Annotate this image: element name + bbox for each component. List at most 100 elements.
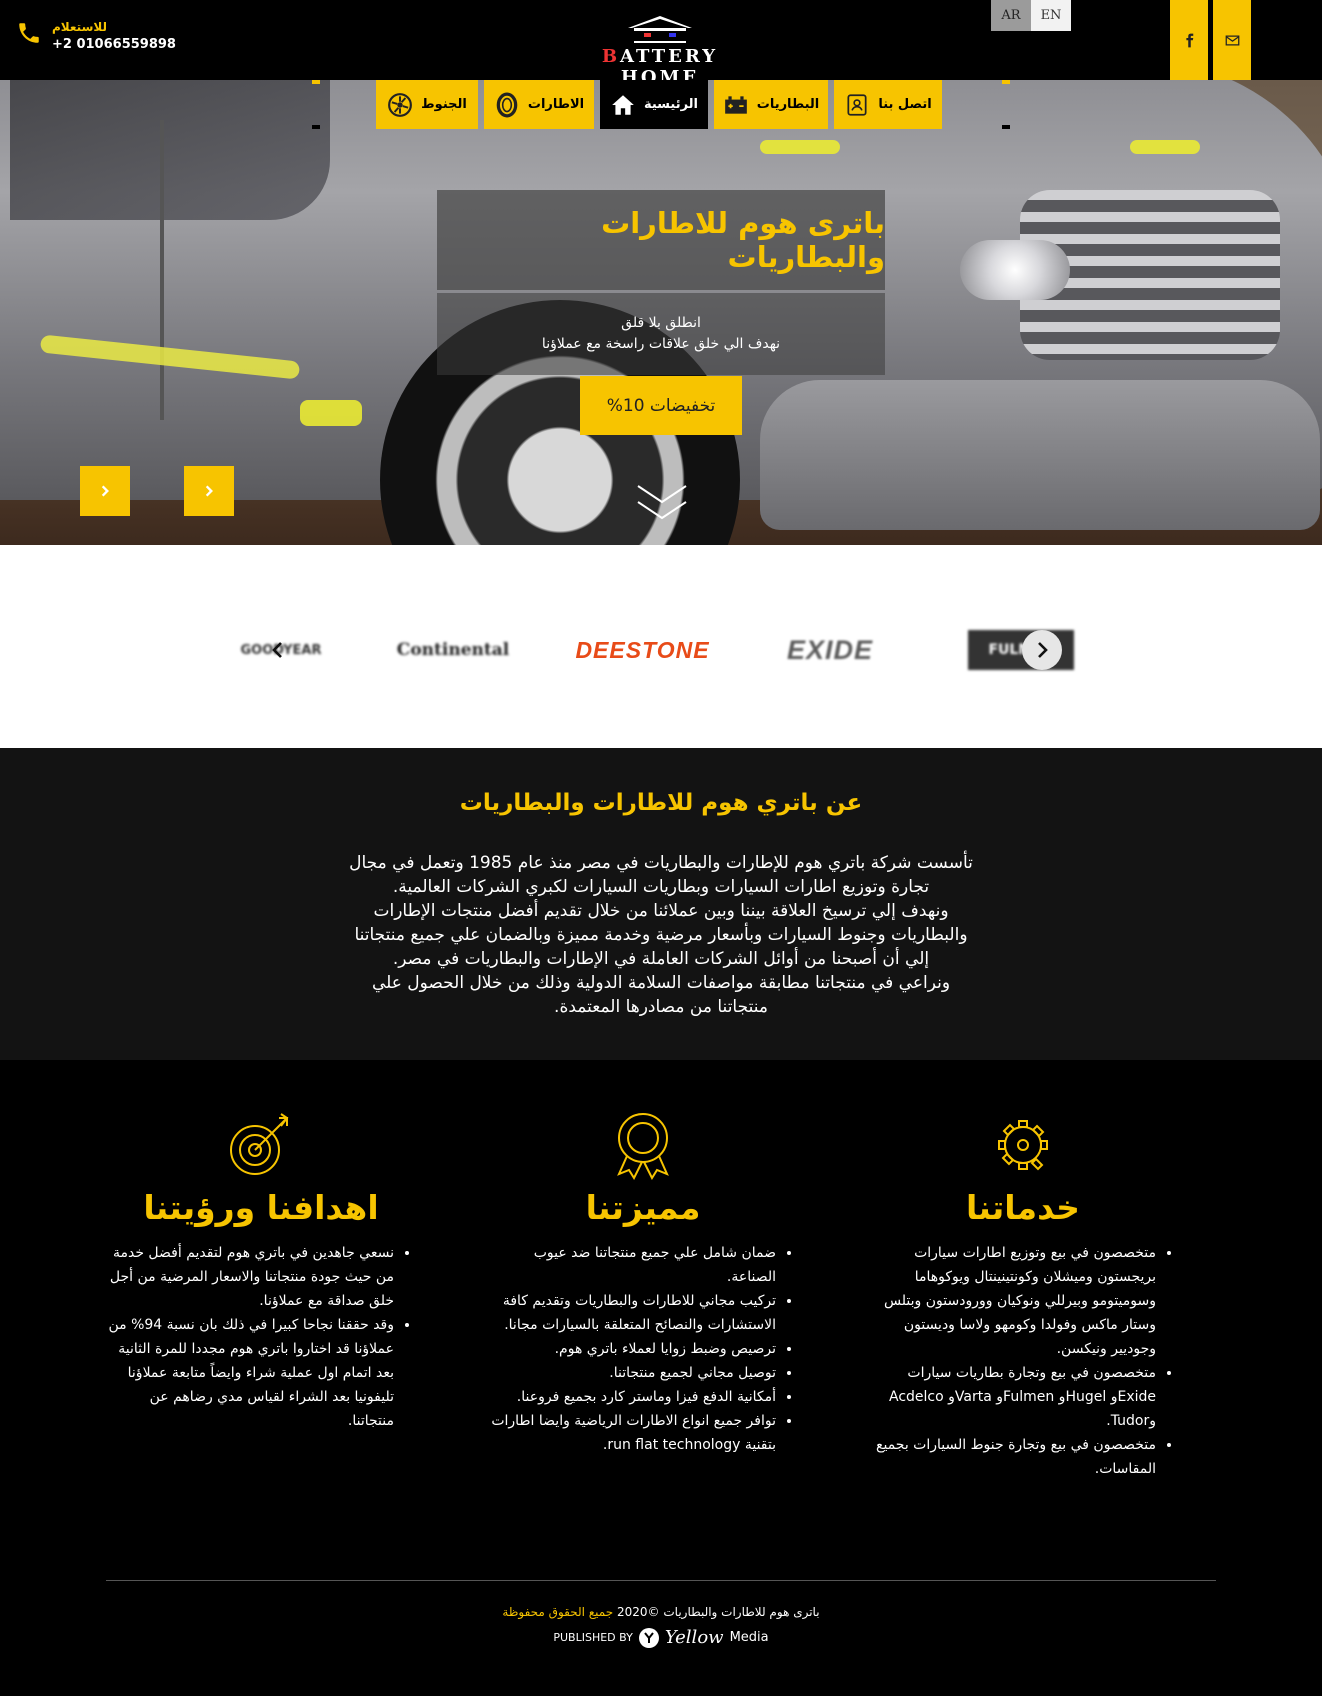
about-text: تأسست شركة باتري هوم للإطارات والبطاريات…	[290, 851, 1032, 1019]
nav-item-home[interactable]: الرئيسية	[600, 80, 708, 129]
nav-item-tires[interactable]: الاطارات	[484, 80, 594, 129]
slide-subtitle-box: انطلق بلا قلق نهدف الي خلق علاقات راسخة …	[437, 293, 885, 375]
list-item: وقد حققنا نجاحا كبيرا في ذلك بان نسبة 94…	[106, 1313, 394, 1433]
copyright: باترى هوم للاطارات والبطاريات ©2020 جميع…	[0, 1605, 1322, 1619]
lang-en-button[interactable]: EN	[1031, 0, 1071, 31]
brands-next-button[interactable]	[1022, 630, 1062, 670]
advantages-list: ضمان شامل علي جميع منتجاتنا ضد عيوب الصن…	[488, 1241, 798, 1457]
nav-item-contact[interactable]: اتصل بنا	[834, 80, 942, 129]
yellow-media-icon	[638, 1627, 659, 1648]
list-item: تركيب مجاني للاطارات والبطاريات وتقديم ك…	[488, 1289, 776, 1337]
list-item: متخصصون في بيع وتجارة جنوط السيارات بجمي…	[868, 1433, 1156, 1481]
nav-item-label: اتصل بنا	[878, 97, 932, 112]
copyright-text: باترى هوم للاطارات والبطاريات ©2020	[617, 1605, 820, 1619]
nav-item-label: البطاريات	[756, 97, 820, 112]
list-item: متخصصون في بيع وتجارة بطاريات سيارات Exi…	[868, 1361, 1156, 1433]
chevron-right-icon	[205, 485, 213, 497]
slide-line-1: انطلق بلا قلق	[621, 315, 701, 331]
about-section: عن باتري هوم للاطارات والبطاريات تأسست ش…	[0, 748, 1322, 1060]
facebook-button[interactable]	[1170, 0, 1208, 80]
contact-icon	[847, 93, 867, 116]
nav-item-label: الرئيسية	[643, 97, 699, 112]
phone-label: للاستعلام	[52, 20, 107, 34]
about-line: ونهدف إلي ترسيخ العلاقة بيننا وبين عملائ…	[373, 901, 949, 921]
nav-item-label: الاطارات	[527, 97, 585, 112]
language-switcher: AR EN	[991, 0, 1071, 31]
publisher-media: Media	[729, 1630, 769, 1645]
about-line: والبطاريات وجنوط السيارات وبأسعار مرضية …	[354, 925, 968, 945]
slide-title: باترى هوم للاطارات والبطاريات	[601, 206, 885, 274]
award-badge-icon	[617, 1113, 669, 1180]
brand-logo[interactable]: DEESTONE	[570, 630, 715, 670]
services-column: خدماتنا متخصصون في بيع وتوزيع اطارات سيا…	[868, 1110, 1178, 1481]
slide-title-box: باترى هوم للاطارات والبطاريات	[437, 190, 885, 290]
brand-logo[interactable]: EXIDE	[780, 630, 880, 670]
rights-text: جميع الحقوق محفوظة	[502, 1605, 614, 1619]
car-headlight	[960, 240, 1070, 300]
battery-home-logo[interactable]: BATTERY HOME	[560, 14, 760, 88]
advantages-title: مميزتنا	[585, 1188, 701, 1227]
battery-icon	[724, 95, 747, 114]
brand-logo[interactable]: Continental	[397, 630, 509, 670]
footer: باترى هوم للاطارات والبطاريات ©2020 جميع…	[0, 1570, 1322, 1696]
gear-icon	[998, 1120, 1048, 1171]
features-section: خدماتنا متخصصون في بيع وتوزيع اطارات سيا…	[0, 1060, 1322, 1570]
slider-prev-button[interactable]	[80, 466, 130, 516]
chevron-right-icon	[101, 485, 109, 497]
top-bar: للاستعلام +2 01066559898 BATTERY HOME AR…	[0, 0, 1322, 88]
list-item: توافر جميع انواع الاطارات الرياضية وايضا…	[488, 1409, 776, 1457]
car-window	[10, 80, 330, 220]
scroll-down-icon[interactable]	[634, 480, 690, 528]
hero-slider: اتصل بنا البطاريات الرئيسية الاطارات الج…	[0, 80, 1322, 545]
mail-button[interactable]	[1213, 0, 1251, 80]
chevron-right-icon	[1038, 642, 1048, 658]
list-item: متخصصون في بيع وتوزيع اطارات سيارات بريج…	[868, 1241, 1156, 1361]
publisher-logo: Yellow	[664, 1627, 724, 1648]
goals-list: نسعي جاهدين في باتري هوم لتقديم أفضل خدم…	[106, 1241, 416, 1433]
about-line: إلي أن أصبحنا من أوائل الشركات العاملة ف…	[392, 949, 930, 969]
slide-line-2: نهدف الي خلق علاقات راسخة مع عملاؤنا	[541, 336, 781, 352]
services-list: متخصصون في بيع وتوزيع اطارات سيارات بريج…	[868, 1241, 1178, 1481]
about-title: عن باتري هوم للاطارات والبطاريات	[459, 790, 863, 816]
nav-item-batteries[interactable]: البطاريات	[714, 80, 828, 129]
logo-house-icon	[628, 16, 692, 43]
nav-item-label: الجنوط	[421, 97, 467, 112]
about-line: ونراعي في منتجاتنا مطابقة مواصفات السلام…	[371, 973, 951, 993]
car-bumper	[760, 380, 1320, 530]
car-accent	[760, 140, 840, 154]
lang-ar-button[interactable]: AR	[991, 0, 1031, 31]
tire-icon	[496, 92, 518, 117]
car-accent	[300, 400, 362, 426]
about-line: تأسست شركة باتري هوم للإطارات والبطاريات…	[349, 853, 973, 873]
phone-contact[interactable]: للاستعلام +2 01066559898	[16, 20, 176, 52]
published-by-label: PUBLISHED BY	[553, 1631, 633, 1644]
list-item: أمكانية الدفع فيزا وماستر كارد بجميع فرو…	[488, 1385, 776, 1409]
target-icon	[230, 1113, 289, 1175]
about-line: منتجاتنا من مصادرها المعتمدة.	[554, 997, 768, 1017]
list-item: توصيل مجاني لجميع منتجاتنا.	[488, 1361, 776, 1385]
list-item: ترصيص وضبط زوايا لعملاء باتري هوم.	[488, 1337, 776, 1361]
advantages-column: مميزتنا ضمان شامل علي جميع منتجاتنا ضد ع…	[488, 1110, 798, 1457]
brands-prev-button[interactable]	[258, 630, 298, 670]
nav-edge	[312, 80, 320, 129]
phone-number[interactable]: +2 01066559898	[52, 37, 176, 52]
facebook-icon	[1185, 33, 1193, 47]
rim-icon	[388, 92, 413, 117]
brands-carousel: GOODYEAR Continental DEESTONE EXIDE FULM…	[0, 545, 1322, 748]
discount-button[interactable]: تخفيضات 10%	[580, 376, 742, 435]
services-title: خدماتنا	[966, 1188, 1080, 1227]
list-item: نسعي جاهدين في باتري هوم لتقديم أفضل خدم…	[106, 1241, 394, 1313]
car-door-line	[160, 120, 164, 420]
slider-next-button[interactable]	[184, 466, 234, 516]
footer-divider	[106, 1580, 1216, 1581]
publisher[interactable]: PUBLISHED BY Yellow Media	[0, 1627, 1322, 1648]
about-line: تجارة وتوزيع اطارات السيارات وبطاريات ال…	[392, 877, 930, 897]
goals-column: اهدافنا ورؤيتنا نسعي جاهدين في باتري هوم…	[106, 1110, 416, 1433]
nav-item-rims[interactable]: الجنوط	[376, 80, 478, 129]
phone-icon	[16, 20, 42, 46]
mail-icon	[1225, 35, 1239, 45]
list-item: ضمان شامل علي جميع منتجاتنا ضد عيوب الصن…	[488, 1241, 776, 1289]
nav-edge	[1002, 80, 1010, 129]
goals-title: اهدافنا ورؤيتنا	[143, 1188, 379, 1227]
chevron-left-icon	[272, 642, 282, 658]
